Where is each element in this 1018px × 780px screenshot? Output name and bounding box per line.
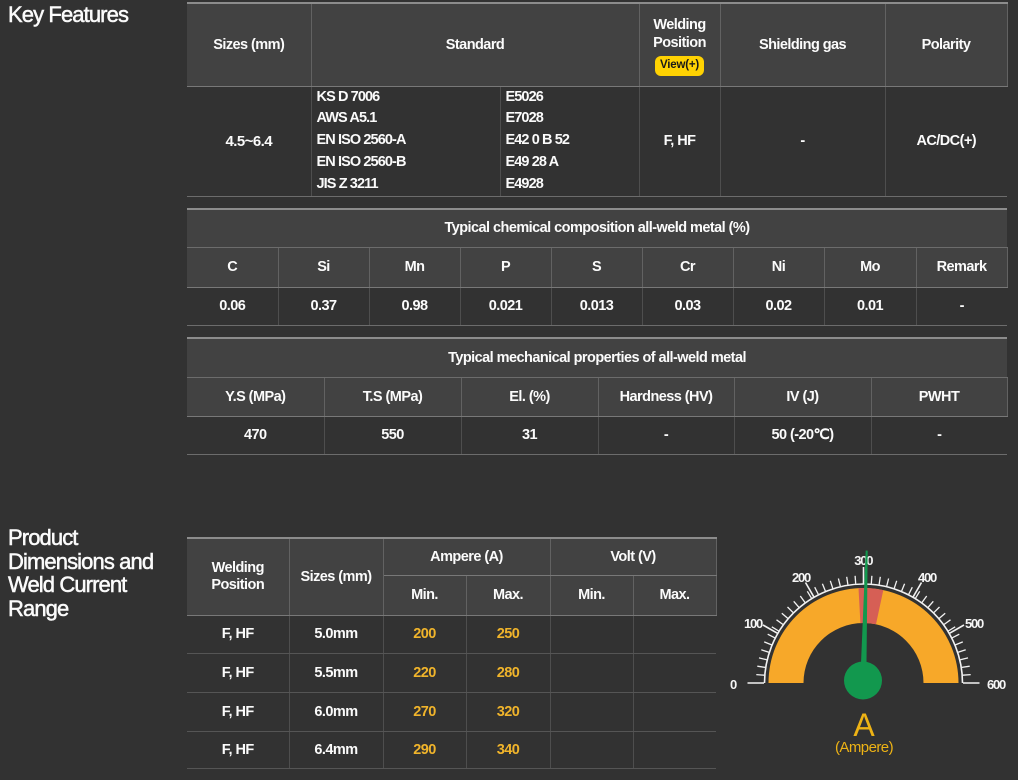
svg-text:300: 300	[854, 553, 873, 568]
svg-text:200: 200	[792, 570, 811, 585]
svg-text:0: 0	[730, 677, 737, 692]
svg-text:100: 100	[744, 616, 763, 631]
svg-text:500: 500	[965, 616, 984, 631]
svg-text:A: A	[853, 707, 875, 743]
svg-text:400: 400	[918, 570, 937, 585]
svg-text:600: 600	[987, 677, 1006, 692]
svg-text:(Ampere): (Ampere)	[835, 739, 894, 756]
